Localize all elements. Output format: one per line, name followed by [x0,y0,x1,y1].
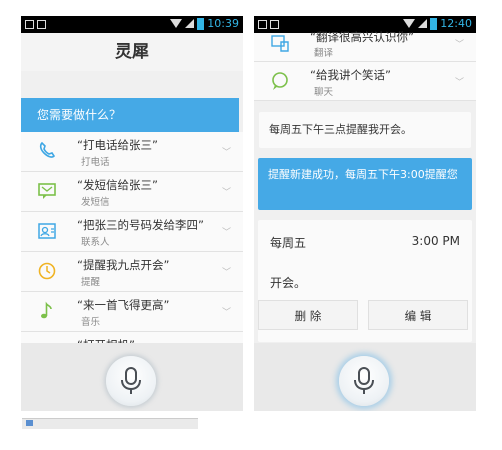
contact-icon [37,221,57,241]
notification-icon [25,20,34,29]
notification-icon [258,20,267,29]
left-phone-screen: 10:39 灵犀 您需要做什么？ “打电话给张三” 打电话 ﹀ “发短信给张三”… [21,16,243,411]
command-list: “打电话给张三” 打电话 ﹀ “发短信给张三” 发短信 ﹀ “把张三的号码发给李… [21,132,243,372]
music-note-icon [37,301,57,321]
reminder-time: 3:00 PM [411,234,460,248]
clock-icon [37,261,57,281]
command-category: 翻译 [314,48,334,59]
sms-icon [37,181,57,201]
reminder-day: 每周五 [270,236,307,250]
list-item[interactable]: “给我讲个笑话” 聊天 ﹀ [254,62,476,101]
list-item[interactable]: “提醒我九点开会” 提醒 ﹀ [21,252,243,292]
battery-icon [197,17,205,30]
assistant-reply-bubble: 提醒新建成功，每周五下午3:00提醒您 [258,158,472,210]
command-quote: “打电话给张三” [77,138,158,152]
list-item[interactable]: “来一首飞得更高” 音乐 ﹀ [21,292,243,332]
status-bar: 10:39 [21,16,243,33]
wifi-icon [403,19,416,28]
reminder-note: 开会。 [270,276,307,290]
command-quote: “把张三的号码发给李四” [77,218,204,232]
voice-input-bar [254,343,476,411]
notification-icon [270,20,279,29]
chevron-down-icon: ﹀ [221,188,231,198]
command-category: 联系人 [81,237,110,248]
command-category: 聊天 [314,87,334,98]
list-item[interactable]: “把张三的号码发给李四” 联系人 ﹀ [21,212,243,252]
list-item[interactable]: “翻译很高兴认识你” 翻译 ﹀ [254,30,476,62]
status-time: 12:40 [440,17,472,30]
command-quote: “来一首飞得更高” [77,298,170,312]
microphone-button[interactable] [106,356,156,406]
user-message-bubble: 每周五下午三点提醒我开会。 [259,112,471,148]
microphone-icon [354,367,374,394]
signal-icon [418,19,428,28]
command-list: “翻译很高兴认识你” 翻译 ﹀ “给我讲个笑话” 聊天 ﹀ [254,30,476,101]
delete-button[interactable]: 删 除 [258,300,358,330]
chevron-down-icon: ﹀ [221,228,231,238]
chevron-down-icon: ﹀ [221,308,231,318]
right-phone-screen: 12:40 “翻译很高兴认识你” 翻译 ﹀ “给我讲个笑话” 聊天 ﹀ 每周五下… [254,16,476,411]
voice-input-bar [21,343,243,411]
list-item[interactable]: “打电话给张三” 打电话 ﹀ [21,132,243,172]
chevron-down-icon: ﹀ [221,268,231,278]
command-quote: “提醒我九点开会” [77,258,170,272]
chevron-down-icon: ﹀ [454,78,464,88]
translate-icon [270,35,290,57]
chevron-down-icon: ﹀ [454,40,464,50]
command-category: 提醒 [81,277,101,288]
signal-icon [185,19,195,28]
phone-icon [37,141,57,161]
command-quote: “发短信给张三” [77,178,158,192]
wifi-icon [170,19,183,28]
chevron-down-icon: ﹀ [221,148,231,158]
command-category: 打电话 [81,157,110,168]
microphone-button[interactable] [339,356,389,406]
taskbar-fragment [22,418,198,429]
chat-icon [270,71,290,95]
list-item[interactable]: “发短信给张三” 发短信 ﹀ [21,172,243,212]
notification-icon [37,20,46,29]
command-quote: “给我讲个笑话” [310,68,391,82]
window-icon [26,420,33,426]
edit-button[interactable]: 编 辑 [368,300,468,330]
command-category: 发短信 [81,197,110,208]
status-time: 10:39 [207,17,239,30]
command-category: 音乐 [81,317,101,328]
prompt-bubble: 您需要做什么？ [21,98,239,132]
battery-icon [430,17,438,30]
command-quote: “翻译很高兴认识你” [310,30,414,44]
microphone-icon [121,367,141,394]
bottom-strip [0,418,502,450]
app-title: 灵犀 [21,33,243,71]
